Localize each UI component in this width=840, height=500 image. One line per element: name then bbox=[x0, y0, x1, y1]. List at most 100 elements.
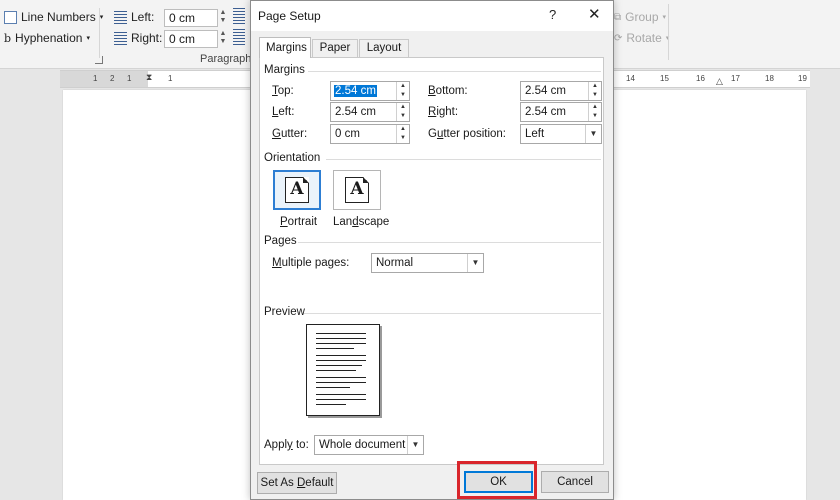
gutter-label-text: utter: bbox=[280, 128, 308, 140]
left-margin-input[interactable]: 2.54 cm ▲ ▼ bbox=[330, 102, 410, 122]
bottom-margin-input[interactable]: 2.54 cm ▲ ▼ bbox=[520, 81, 602, 101]
gutter-position-text: G bbox=[428, 128, 437, 140]
chevron-down-icon: ▾ bbox=[662, 14, 667, 21]
preview-section-title: Preview bbox=[264, 306, 305, 318]
chevron-down-icon: ▼ bbox=[467, 254, 483, 272]
gutter-input[interactable]: 0 cm ▲ ▼ bbox=[330, 124, 410, 144]
indent-marker-icon[interactable]: ⧗ bbox=[146, 72, 152, 83]
indent-left-stepper[interactable]: ▲ ▼ bbox=[218, 9, 228, 27]
chevron-down-icon: ▼ bbox=[407, 436, 423, 454]
preview-line bbox=[316, 333, 366, 334]
right-indent-marker-icon[interactable]: △ bbox=[716, 76, 723, 87]
pages-section-title: Pages bbox=[264, 235, 297, 247]
preview-line bbox=[316, 348, 354, 349]
group-icon: ⧉ bbox=[614, 11, 622, 23]
section-divider bbox=[326, 159, 601, 160]
gutter-position-dropdown[interactable]: Left ▼ bbox=[520, 124, 602, 144]
right-label: Right: bbox=[428, 106, 458, 118]
spacing-before-icon[interactable] bbox=[233, 8, 245, 24]
tab-paper[interactable]: Paper bbox=[312, 39, 358, 57]
top-margin-stepper[interactable]: ▲ ▼ bbox=[396, 82, 409, 100]
preview-line bbox=[316, 387, 350, 388]
gutter-position-value: Left bbox=[525, 128, 545, 140]
page-setup-launcher-icon[interactable] bbox=[95, 56, 103, 64]
ruler-tick: 16 bbox=[696, 74, 705, 83]
preview-line bbox=[316, 365, 362, 366]
multiple-pages-text: ultiple pages: bbox=[281, 257, 350, 269]
preview-line bbox=[316, 360, 366, 361]
apply-to-label: Apply to: bbox=[264, 439, 309, 451]
ok-highlight-box bbox=[457, 461, 537, 499]
rotate-icon: ⟳ bbox=[614, 32, 623, 44]
ruler-tick: 14 bbox=[626, 74, 635, 83]
hyphenation-label: Hyphenation bbox=[15, 31, 83, 45]
indent-right-icon bbox=[114, 31, 127, 45]
preview-line bbox=[316, 355, 366, 356]
preview-page bbox=[306, 324, 380, 416]
indent-right-input[interactable]: 0 cm bbox=[164, 30, 218, 48]
ruler-tick: 1 bbox=[168, 74, 173, 83]
ruler-tick: 17 bbox=[731, 74, 740, 83]
portrait-accel: P bbox=[280, 216, 288, 228]
indent-right-label-row: Right: bbox=[114, 31, 162, 45]
right-margin-input[interactable]: 2.54 cm ▲ ▼ bbox=[520, 102, 602, 122]
page-setup-dialog: Page Setup ? ✕ Margins Paper Layout Marg… bbox=[250, 0, 614, 500]
cancel-button[interactable]: Cancel bbox=[541, 471, 609, 493]
landscape-text: Lan bbox=[333, 216, 353, 228]
right-margin-value: 2.54 cm bbox=[525, 106, 566, 118]
multiple-pages-value: Normal bbox=[376, 257, 414, 269]
indent-left-input[interactable]: 0 cm bbox=[164, 9, 218, 27]
indent-right-stepper[interactable]: ▲ ▼ bbox=[218, 30, 228, 48]
set-as-default-button[interactable]: Set As Default bbox=[257, 472, 337, 494]
tab-layout[interactable]: Layout bbox=[359, 39, 409, 57]
gutter-position-label: Gutter position: bbox=[428, 128, 506, 140]
ruler-tick: 1 bbox=[127, 74, 132, 83]
rotate-button[interactable]: ⟳ Rotate ▾ bbox=[614, 31, 669, 45]
left-margin-value: 2.54 cm bbox=[335, 106, 376, 118]
multiple-pages-dropdown[interactable]: Normal ▼ bbox=[371, 253, 484, 273]
hyphenation-icon: b bbox=[4, 31, 12, 45]
portrait-label: Portrait bbox=[280, 216, 317, 228]
line-numbers-label: Line Numbers bbox=[21, 10, 96, 24]
preview-line bbox=[316, 370, 356, 371]
left-margin-stepper[interactable]: ▲ ▼ bbox=[396, 103, 409, 121]
spacing-after-icon[interactable] bbox=[233, 29, 245, 45]
preview-line bbox=[316, 399, 366, 400]
left-label: Left: bbox=[272, 106, 294, 118]
landscape-icon: A bbox=[345, 177, 369, 203]
line-numbers-icon bbox=[4, 10, 17, 24]
multiple-pages-accel: M bbox=[272, 257, 282, 269]
landscape-text: scape bbox=[358, 216, 390, 228]
gutter-position-text: tter position: bbox=[443, 128, 507, 140]
top-margin-input[interactable]: 2.54 cm ▲ ▼ bbox=[330, 81, 410, 101]
hyphenation-button[interactable]: b Hyphenation ▾ bbox=[4, 31, 90, 45]
multiple-pages-label: Multiple pages: bbox=[272, 257, 349, 269]
dialog-titlebar[interactable]: Page Setup ? ✕ bbox=[251, 1, 613, 31]
portrait-option[interactable]: A bbox=[273, 170, 321, 210]
tab-margins[interactable]: Margins bbox=[259, 37, 311, 58]
bottom-margin-stepper[interactable]: ▲ ▼ bbox=[588, 82, 601, 100]
section-divider bbox=[308, 71, 601, 72]
close-button[interactable]: ✕ bbox=[588, 5, 601, 23]
preview-line bbox=[316, 404, 346, 405]
rotate-label: Rotate bbox=[626, 31, 662, 45]
bottom-label: Bottom: bbox=[428, 85, 468, 97]
section-divider bbox=[304, 313, 601, 314]
apply-to-dropdown[interactable]: Whole document ▼ bbox=[314, 435, 424, 455]
bottom-margin-value: 2.54 cm bbox=[525, 85, 566, 97]
line-numbers-button[interactable]: Line Numbers ▾ bbox=[4, 10, 103, 24]
bottom-label-text: ottom: bbox=[435, 85, 468, 97]
indent-left-icon bbox=[114, 10, 127, 24]
group-label: Group bbox=[625, 10, 659, 24]
portrait-icon: A bbox=[285, 177, 309, 203]
help-button[interactable]: ? bbox=[549, 7, 556, 22]
margins-section-title: Margins bbox=[264, 64, 305, 76]
group-button[interactable]: ⧉ Group ▾ bbox=[614, 10, 666, 24]
set-default-text: Set As bbox=[260, 477, 297, 489]
ruler-tick: 19 bbox=[798, 74, 807, 83]
right-margin-stepper[interactable]: ▲ ▼ bbox=[588, 103, 601, 121]
landscape-option[interactable]: A bbox=[333, 170, 381, 210]
gutter-stepper[interactable]: ▲ ▼ bbox=[396, 125, 409, 143]
preview-line bbox=[316, 377, 366, 378]
chevron-down-icon: ▼ bbox=[585, 125, 601, 143]
